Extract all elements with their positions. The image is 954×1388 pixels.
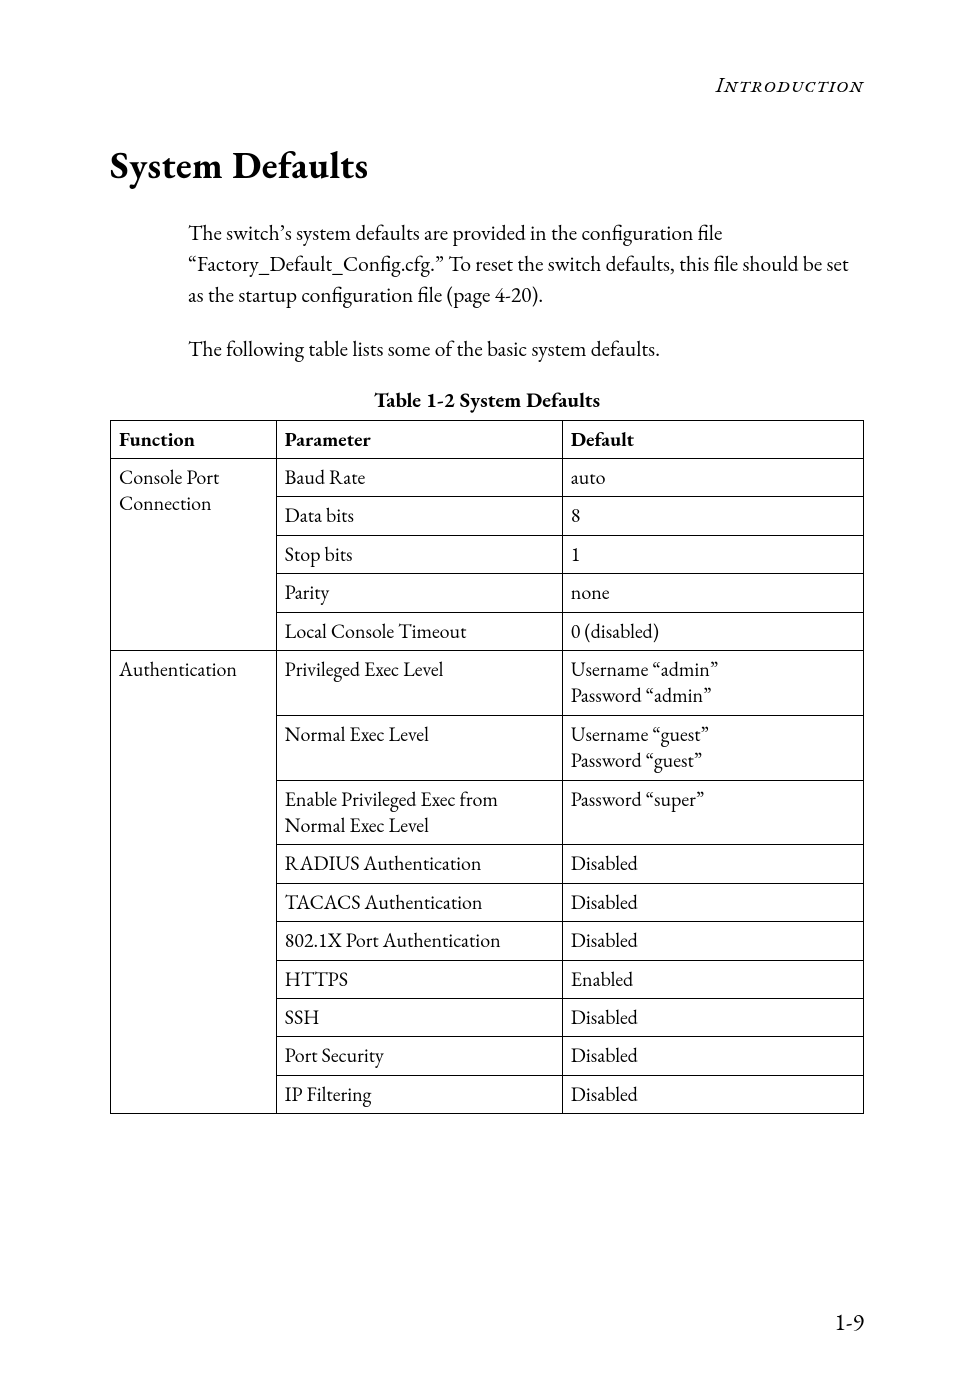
table-caption: Table 1-2 System Defaults	[110, 387, 864, 414]
default-cell: 8	[562, 497, 863, 535]
parameter-cell: TACACS Authentication	[276, 883, 562, 921]
function-cell: Authentication	[111, 651, 277, 1114]
default-cell: 1	[562, 535, 863, 573]
page-title: System Defaults	[110, 141, 864, 190]
parameter-cell: IP Filtering	[276, 1075, 562, 1113]
function-cell: Console Port Connection	[111, 459, 277, 651]
parameter-cell: Local Console Timeout	[276, 612, 562, 650]
parameter-cell: Data bits	[276, 497, 562, 535]
parameter-cell: Baud Rate	[276, 459, 562, 497]
default-cell: Enabled	[562, 960, 863, 998]
table-row: Authentication Privileged Exec Level Use…	[111, 651, 864, 716]
intro-text: The switch’s system defaults are provide…	[188, 218, 864, 365]
running-head: Introduction	[110, 70, 864, 99]
parameter-cell: Normal Exec Level	[276, 715, 562, 780]
table-row: Console Port Connection Baud Rate auto	[111, 459, 864, 497]
parameter-cell: Parity	[276, 574, 562, 612]
paragraph-1: The switch’s system defaults are provide…	[188, 218, 864, 312]
parameter-cell: SSH	[276, 998, 562, 1036]
running-head-text: Introduction	[716, 70, 864, 99]
parameter-cell: 802.1X Port Authentication	[276, 922, 562, 960]
default-cell: auto	[562, 459, 863, 497]
parameter-cell: Port Security	[276, 1037, 562, 1075]
default-cell: Disabled	[562, 1075, 863, 1113]
header-parameter: Parameter	[276, 420, 562, 458]
default-cell: Disabled	[562, 1037, 863, 1075]
parameter-cell: RADIUS Authentication	[276, 845, 562, 883]
default-cell: Disabled	[562, 998, 863, 1036]
default-cell: Disabled	[562, 883, 863, 921]
parameter-cell: HTTPS	[276, 960, 562, 998]
parameter-cell: Stop bits	[276, 535, 562, 573]
table-header-row: Function Parameter Default	[111, 420, 864, 458]
default-cell: Username “admin”Password “admin”	[562, 651, 863, 716]
default-cell: 0 (disabled)	[562, 612, 863, 650]
parameter-cell: Privileged Exec Level	[276, 651, 562, 716]
default-cell: Disabled	[562, 922, 863, 960]
default-cell: Disabled	[562, 845, 863, 883]
header-default: Default	[562, 420, 863, 458]
default-cell: Password “super”	[562, 780, 863, 845]
page-number: 1-9	[834, 1307, 864, 1338]
system-defaults-table: Function Parameter Default Console Port …	[110, 420, 864, 1114]
default-cell: Username “guest”Password “guest”	[562, 715, 863, 780]
default-cell: none	[562, 574, 863, 612]
paragraph-2: The following table lists some of the ba…	[188, 334, 864, 365]
header-function: Function	[111, 420, 277, 458]
parameter-cell: Enable Privileged Exec from Normal Exec …	[276, 780, 562, 845]
